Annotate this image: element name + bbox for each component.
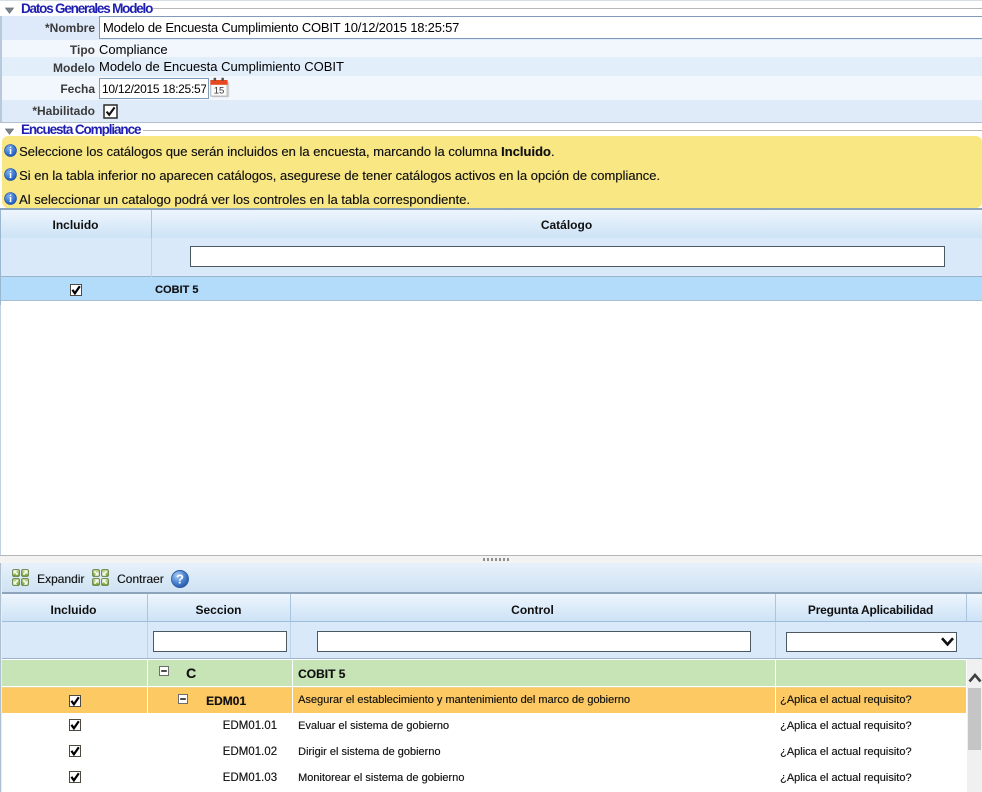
svg-text:?: ?: [176, 572, 184, 587]
svg-text:i: i: [9, 146, 12, 157]
svg-text:i: i: [9, 170, 12, 181]
svg-text:i: i: [9, 194, 12, 205]
svg-text:15: 15: [214, 86, 225, 97]
